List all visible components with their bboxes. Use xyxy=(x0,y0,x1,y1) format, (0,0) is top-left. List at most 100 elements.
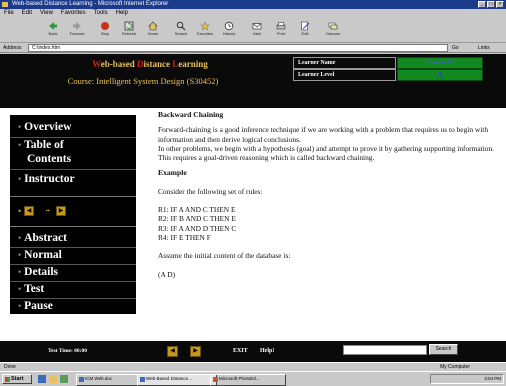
links-button[interactable]: Links xyxy=(478,44,490,52)
divider xyxy=(10,264,136,265)
footer-search-button[interactable]: Search xyxy=(429,344,458,355)
page-footer: Test Time: 00:00 ◀ ▶ EXIT Help! Search xyxy=(0,341,506,362)
refresh-button[interactable]: Refresh xyxy=(118,20,140,41)
arrow-right-icon: ▶ xyxy=(58,208,64,214)
help-link[interactable]: Help! xyxy=(260,347,274,356)
stop-button[interactable]: Stop xyxy=(94,20,116,41)
nav-item-normal[interactable]: • Normal xyxy=(18,249,62,262)
nav-item-abstract[interactable]: • Abstract xyxy=(18,232,67,245)
status-bar: Done My Computer xyxy=(0,362,506,371)
assume-text: Assume the initial content of the databa… xyxy=(158,251,291,261)
start-button[interactable]: Start xyxy=(2,374,32,384)
stop-icon xyxy=(101,22,109,30)
system-tray: 3:04 PM xyxy=(430,374,504,384)
lesson-heading: Backward Chaining xyxy=(158,110,224,119)
nav-group-top: • Overview • Table of Contents • Instructor xyxy=(10,115,136,196)
mail-button[interactable]: Mail xyxy=(246,20,268,41)
task-web-based-distance[interactable]: Web-Based Distance... xyxy=(137,374,217,386)
taskbar: Start ICM Web.doc Web-Based Distance... … xyxy=(0,371,506,386)
page-header: Web-based Distance Learning Course: Inte… xyxy=(0,54,506,108)
nav-item-pause[interactable]: • Pause xyxy=(18,300,53,313)
browser-toolbar: Back Forward Stop Refresh Home Search Fa… xyxy=(0,18,506,43)
edit-icon xyxy=(301,21,310,31)
close-button[interactable]: × xyxy=(496,1,504,8)
course-title: Course: Intelligent System Design (S3045… xyxy=(67,76,219,86)
arrow-separator-icon: ▪▪ xyxy=(46,208,50,214)
sidebar-nav: • Overview • Table of Contents • Instructor… xyxy=(0,108,151,341)
footer-prev-button[interactable]: ◀ xyxy=(167,346,178,357)
task-icm-web[interactable]: ICM Web.doc xyxy=(76,374,144,386)
word-doc-icon xyxy=(79,377,84,382)
mail-icon xyxy=(252,23,262,30)
example-heading: Example xyxy=(158,168,187,178)
learner-name-value: Ahmed Ali xyxy=(397,57,483,69)
back-button[interactable]: Back xyxy=(42,20,64,41)
forward-button[interactable]: Forward xyxy=(66,20,88,41)
menu-tools[interactable]: Tools xyxy=(94,9,108,18)
search-button[interactable]: Search xyxy=(170,20,192,41)
discuss-button[interactable]: Discuss xyxy=(322,20,344,41)
maximize-button[interactable]: □ xyxy=(487,1,495,8)
printer-icon xyxy=(276,22,286,30)
photo-editor-icon xyxy=(213,377,218,382)
ie-icon xyxy=(140,377,145,382)
forward-arrow-icon xyxy=(73,22,81,30)
ie-icon xyxy=(2,2,8,7)
bullet-icon: • xyxy=(18,206,22,216)
divider xyxy=(10,137,136,138)
nav-item-table-of-contents[interactable]: • Table of xyxy=(18,139,64,152)
status-text: Done xyxy=(4,364,16,370)
home-button[interactable]: Home xyxy=(142,20,164,41)
test-time: Test Time: 00:00 xyxy=(48,348,88,354)
menu-help[interactable]: Help xyxy=(116,9,128,18)
footer-search-input[interactable] xyxy=(343,345,427,355)
windows-logo-icon xyxy=(5,377,10,382)
lesson-paragraph-1: Forward-chaining is a good inference tec… xyxy=(158,125,489,144)
minimize-button[interactable]: _ xyxy=(478,1,486,8)
search-icon xyxy=(176,21,186,31)
nav-prev-button[interactable]: ◀ xyxy=(24,206,34,216)
task-photo-editor[interactable]: Microsoft PhotoEd... xyxy=(210,374,286,386)
window-title: Web-based Distance Learning - Microsoft … xyxy=(12,1,169,7)
refresh-icon xyxy=(124,21,134,31)
rule-line: R4: IF E THEN F xyxy=(158,232,211,242)
print-button[interactable]: Print xyxy=(270,20,292,41)
history-icon xyxy=(224,21,234,31)
history-button[interactable]: History xyxy=(218,20,240,41)
favorites-button[interactable]: Favorites xyxy=(194,20,216,41)
clock: 3:04 PM xyxy=(484,376,501,381)
quicklaunch-ie-icon[interactable] xyxy=(38,375,46,383)
menu-edit[interactable]: Edit xyxy=(22,9,32,18)
learner-level-value: A xyxy=(397,69,483,81)
nav-next-button[interactable]: ▶ xyxy=(56,206,66,216)
divider xyxy=(10,298,136,299)
arrow-left-icon: ◀ xyxy=(26,208,32,214)
rule-line: R1: IF A AND C THEN E xyxy=(158,205,236,215)
nav-item-instructor[interactable]: • Instructor xyxy=(18,173,75,186)
database-content: (A D) xyxy=(158,269,176,279)
divider xyxy=(10,281,136,282)
rule-line: R2: IF B AND C THEN E xyxy=(158,214,236,224)
nav-item-overview[interactable]: • Overview xyxy=(18,121,71,134)
example-intro: Consider the following set of rules: xyxy=(158,186,263,196)
nav-item-details[interactable]: • Details xyxy=(18,266,58,279)
menu-file[interactable]: File xyxy=(4,9,14,18)
divider xyxy=(10,169,136,170)
footer-next-button[interactable]: ▶ xyxy=(190,346,201,357)
arrow-right-icon: ▶ xyxy=(193,348,198,354)
menu-bar: File Edit View Favorites Tools Help xyxy=(0,9,506,18)
window-title-bar: Web-based Distance Learning - Microsoft … xyxy=(0,0,506,9)
exit-link[interactable]: EXIT xyxy=(233,347,248,356)
quicklaunch-folder-icon[interactable] xyxy=(49,375,57,383)
menu-favorites[interactable]: Favorites xyxy=(61,9,86,18)
nav-item-table-of-contents-line2[interactable]: Contents xyxy=(27,153,71,166)
nav-item-test[interactable]: • Test xyxy=(18,283,44,296)
security-zone: My Computer xyxy=(440,364,471,370)
favorites-icon xyxy=(200,21,210,31)
edit-button[interactable]: Edit xyxy=(294,20,316,41)
address-field[interactable]: C:\index.htm xyxy=(28,44,448,52)
quicklaunch-desktop-icon[interactable] xyxy=(60,375,68,383)
menu-view[interactable]: View xyxy=(40,9,53,18)
go-button[interactable]: Go xyxy=(452,44,474,52)
back-arrow-icon xyxy=(49,22,57,30)
